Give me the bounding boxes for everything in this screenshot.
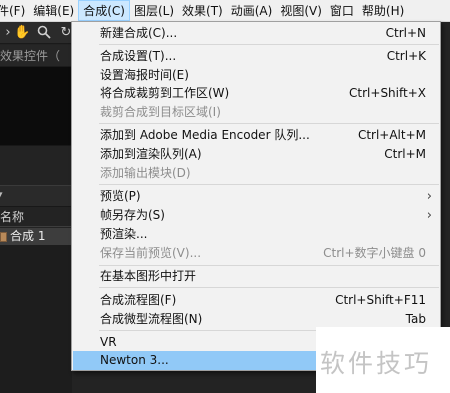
- watermark: 软件技巧: [316, 327, 450, 393]
- menu-separator: [99, 184, 439, 185]
- menu-file[interactable]: 件(F): [0, 0, 29, 21]
- menu-item-composition-settings[interactable]: 合成设置(T)... Ctrl+K: [73, 47, 439, 66]
- submenu-arrow-icon: ›: [426, 208, 432, 223]
- menu-item-open-in-essential-graphics[interactable]: 在基本图形中打开: [73, 267, 439, 286]
- menu-effect[interactable]: 效果(T): [178, 0, 227, 21]
- project-column-name[interactable]: 名称: [0, 207, 72, 227]
- watermark-text: 软件技巧: [320, 349, 433, 378]
- menu-item-save-current-preview: 保存当前预览(V)... Ctrl+数字小键盘 0: [100, 246, 426, 260]
- menu-separator: [99, 265, 439, 266]
- menu-item-preview[interactable]: 预览(P) ›: [73, 187, 439, 206]
- menu-help[interactable]: 帮助(H): [358, 0, 408, 21]
- menu-item-new-composition[interactable]: 新建合成(C)... Ctrl+N: [73, 24, 439, 43]
- hand-icon[interactable]: ✋: [14, 25, 30, 41]
- menu-separator: [99, 123, 439, 124]
- project-item[interactable]: 合成 1: [0, 228, 72, 245]
- menu-item-set-poster-time[interactable]: 设置海报时间(E): [73, 66, 439, 85]
- menu-item-composition-flowchart[interactable]: 合成流程图(F) Ctrl+Shift+F11: [73, 291, 439, 310]
- composition-menu: 新建合成(C)... Ctrl+N 合成设置(T)... Ctrl+K 设置海报时间…: [71, 21, 441, 371]
- menu-item-pre-render[interactable]: 预渲染...: [73, 225, 439, 244]
- menu-composition[interactable]: 合成(C): [78, 0, 130, 21]
- effects-controls-panel: [0, 67, 72, 145]
- menu-separator: [99, 287, 439, 288]
- menu-item-add-to-render-queue[interactable]: 添加到渲染队列(A) Ctrl+M: [73, 145, 439, 164]
- menu-item-add-output-module: 添加输出模块(D): [100, 166, 191, 180]
- project-panel-tab[interactable]: ▾: [0, 185, 72, 207]
- project-item-label: 合成 1: [10, 229, 46, 243]
- menu-layer[interactable]: 图层(L): [130, 0, 178, 21]
- panel-divider: [0, 145, 72, 185]
- menu-item-trim-to-work-area[interactable]: 将合成裁剪到工作区(W) Ctrl+Shift+X: [73, 84, 439, 103]
- tools-panel: › ✋ ↻: [0, 22, 72, 44]
- effects-controls-tab[interactable]: 效果控件（: [0, 45, 72, 67]
- zoom-icon[interactable]: [36, 25, 52, 41]
- composition-icon: [0, 231, 7, 242]
- menu-window[interactable]: 窗口: [326, 0, 358, 21]
- submenu-arrow-icon: ›: [426, 189, 432, 204]
- menu-item-crop-to-region: 裁剪合成到目标区域(I): [100, 105, 221, 119]
- menu-edit[interactable]: 编辑(E): [29, 0, 78, 21]
- menu-bar: 件(F) 编辑(E) 合成(C) 图层(L) 效果(T) 动画(A) 视图(V)…: [0, 0, 450, 22]
- menu-item-add-to-media-encoder[interactable]: 添加到 Adobe Media Encoder 队列... Ctrl+Alt+M: [73, 126, 439, 145]
- menu-separator: [99, 44, 439, 45]
- project-panel-body: [0, 245, 72, 393]
- menu-view[interactable]: 视图(V): [276, 0, 326, 21]
- menu-animation[interactable]: 动画(A): [227, 0, 277, 21]
- menu-item-save-frame-as[interactable]: 帧另存为(S) ›: [73, 206, 439, 225]
- chevron-down-icon[interactable]: ▾: [0, 188, 3, 201]
